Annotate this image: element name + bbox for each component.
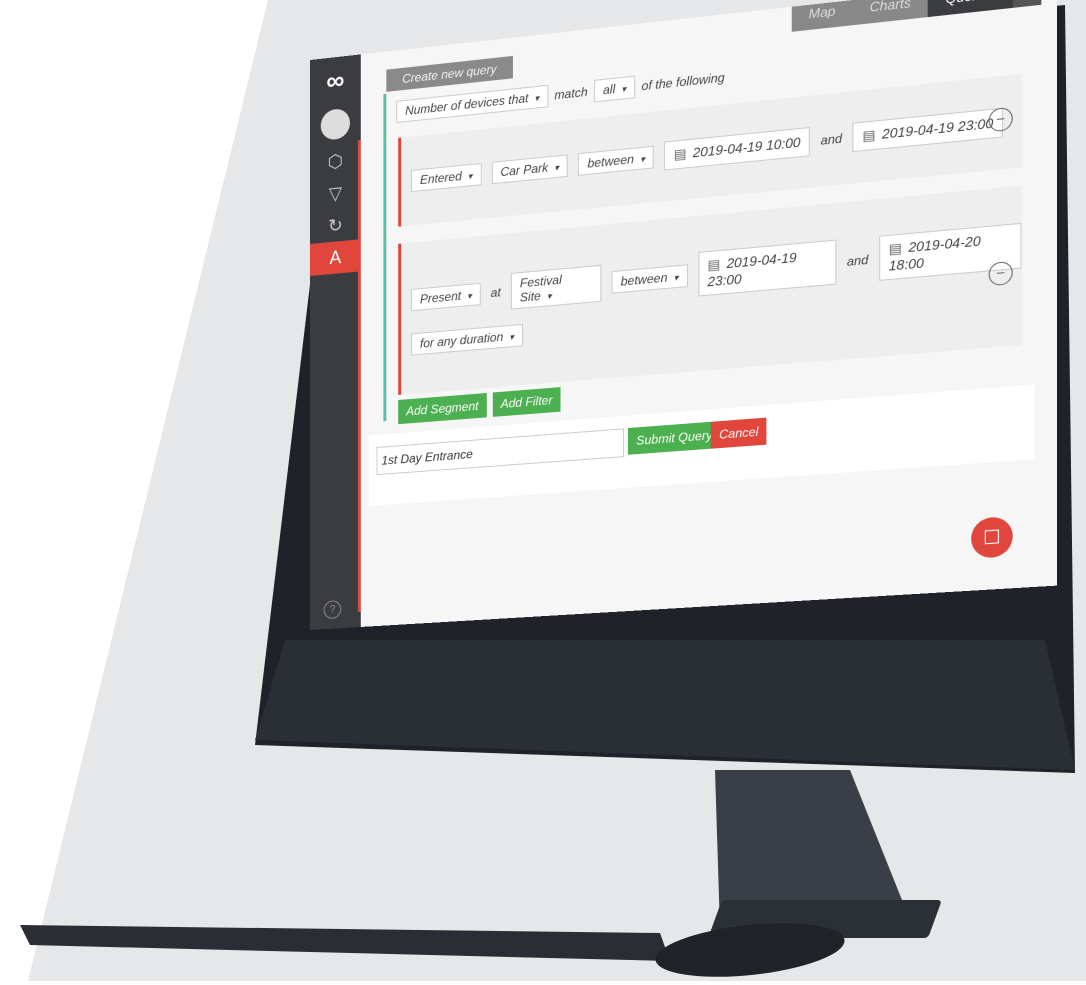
query-name-input[interactable]: 1st Day Entrance [376,428,624,476]
and-label: and [846,251,869,269]
app-screen: ∞ ⬡ ▽ ↻ A ? Map Charts Queries ⚙ Create … [310,0,1057,631]
tab-map[interactable]: Map [791,0,853,32]
range-select[interactable]: between ▾ [578,145,655,176]
subject-select[interactable]: Number of devices that ▾ [396,84,549,124]
submit-query-button[interactable]: Submit Query [627,421,721,455]
a-icon[interactable]: A [310,239,361,276]
tab-queries[interactable]: Queries [928,0,1013,18]
sidebar-accent-line [357,139,361,613]
segment-1-row: Entered ▾ Car Park ▾ between ▾ ▤ 2019-04-19 … [411,107,1004,195]
remove-segment-icon[interactable]: − [988,106,1013,133]
segment-2-row: Present ▾ at Festival Site ▾ between ▾ ▤ 201… [411,222,1022,321]
sidebar: ∞ ⬡ ▽ ↻ A ? [310,54,361,631]
match-suffix: of the following [641,70,725,94]
and-label: and [820,131,843,148]
duration-select[interactable]: for any duration ▾ [411,323,523,356]
start-date-field[interactable]: ▤ 2019-04-19 10:00 [664,126,811,171]
user-avatar-icon[interactable] [320,107,351,141]
start-date-field[interactable]: ▤ 2019-04-19 23:00 [698,239,837,297]
calendar-icon: ▤ [673,145,687,163]
add-filter-button[interactable]: Add Filter [492,387,561,417]
action-select[interactable]: Present ▾ [411,282,481,311]
calendar-icon: ▤ [888,239,902,257]
match-label: match [554,84,588,103]
infinity-icon[interactable]: ∞ [310,54,361,106]
remove-segment-icon[interactable]: − [988,260,1013,287]
triangle-icon[interactable]: ▽ [310,175,361,212]
tab-charts[interactable]: Charts [852,0,929,26]
location-select[interactable]: Festival Site ▾ [510,264,602,310]
chat-icon[interactable]: ☐ [971,515,1013,559]
add-segment-button[interactable]: Add Segment [398,392,487,425]
refresh-icon[interactable]: ↻ [310,207,361,244]
screen-wrap: ∞ ⬡ ▽ ↻ A ? Map Charts Queries ⚙ Create … [0,0,1086,981]
gear-icon[interactable]: ⚙ [1012,0,1042,8]
match-mode-select[interactable]: all ▾ [593,75,636,103]
end-date-field[interactable]: ▤ 2019-04-19 23:00 [852,107,1004,153]
query-panel: Number of devices that ▾ match all ▾ of th… [383,26,1022,425]
at-label: at [490,284,501,300]
location-select[interactable]: Car Park ▾ [491,154,569,185]
calendar-icon: ▤ [862,126,876,144]
hexagon-icon[interactable]: ⬡ [310,143,361,180]
action-select[interactable]: Entered ▾ [411,162,482,193]
calendar-icon: ▤ [707,256,721,273]
segment-2-duration-row: for any duration ▾ [411,323,523,356]
help-icon[interactable]: ? [323,600,342,620]
cancel-button[interactable]: Cancel [710,417,767,449]
range-select[interactable]: between ▾ [611,263,688,294]
